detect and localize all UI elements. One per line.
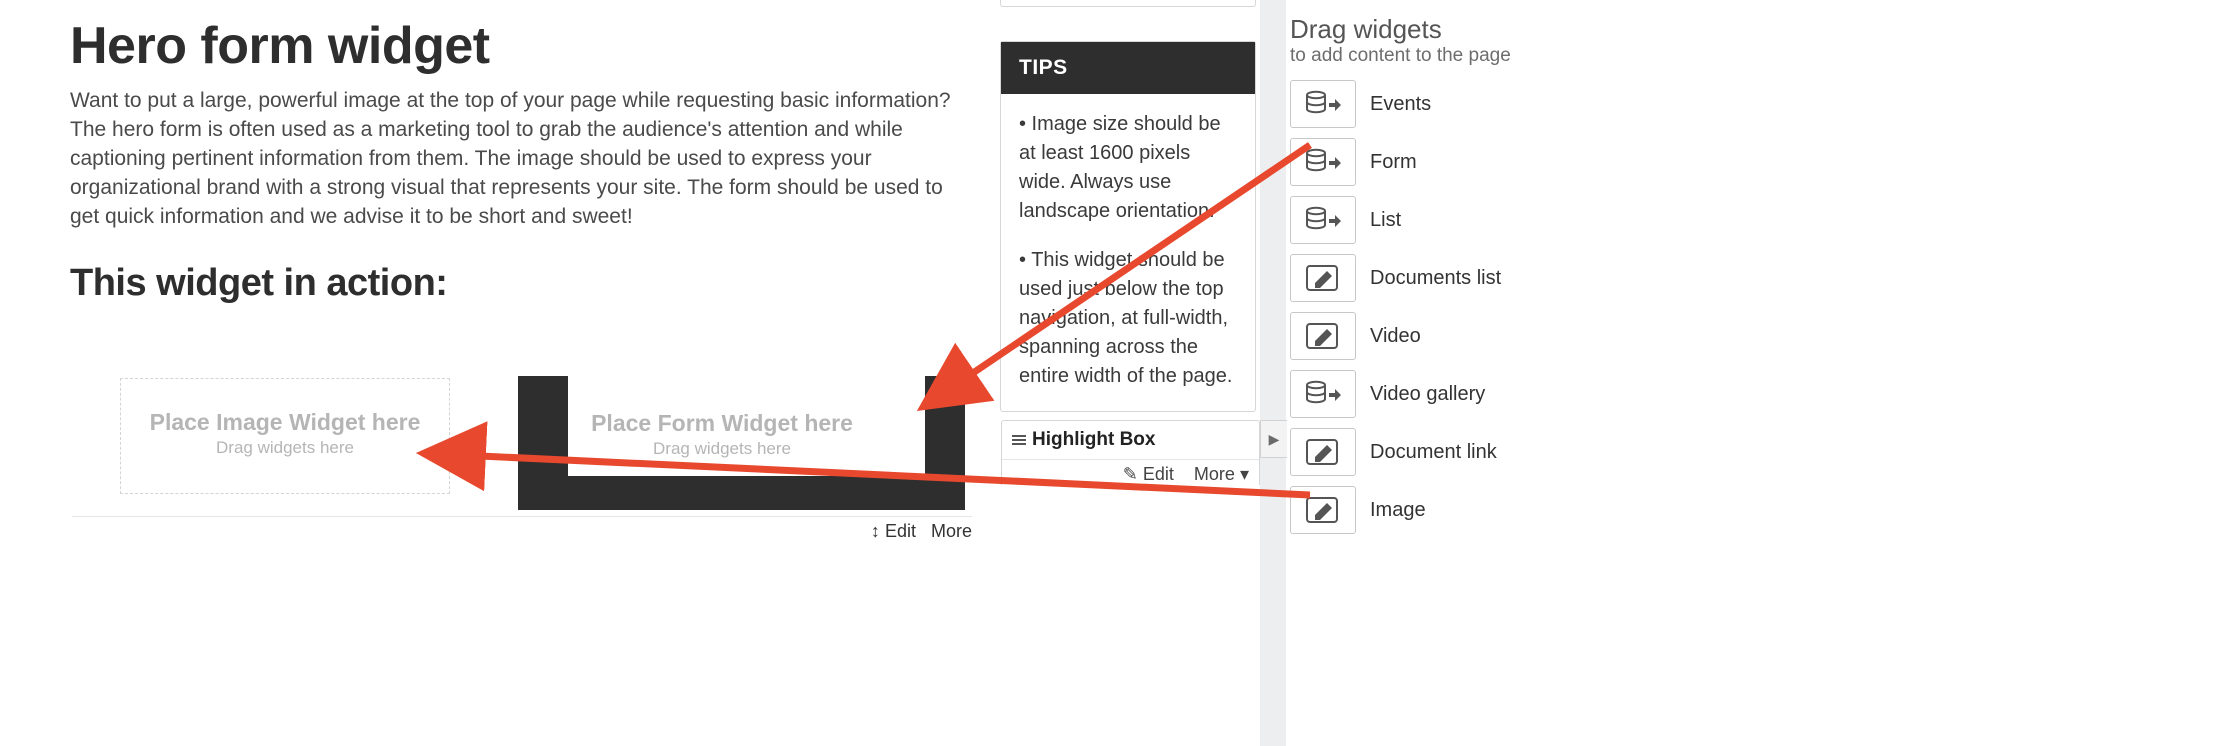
widget-label: Image [1370, 499, 1426, 522]
panel-gutter: ▶ [1260, 0, 1286, 746]
database-arrow-icon [1290, 370, 1356, 418]
highlight-box-card[interactable]: Highlight Box ✎ Edit More ▾ [1001, 420, 1260, 485]
pencil-icon [1290, 254, 1356, 302]
highlight-edit[interactable]: Edit [1143, 464, 1174, 484]
widget-label: Documents list [1370, 267, 1501, 290]
pencil-icon [1290, 428, 1356, 476]
palette-title: Drag widgets [1290, 14, 1540, 45]
expand-panel-button[interactable]: ▶ [1260, 420, 1287, 458]
content-block-row: ↕ Edit More [72, 516, 972, 547]
tips-item: • Image size should be at least 1600 pix… [1019, 110, 1237, 226]
widget-label: Events [1370, 93, 1431, 116]
palette-subtitle: to add content to the page [1290, 45, 1540, 67]
widget-document-link[interactable]: Document link [1290, 423, 1540, 481]
page-description: Want to put a large, powerful image at t… [70, 87, 975, 232]
chevron-right-icon: ▶ [1269, 431, 1280, 448]
highlight-box-title: Highlight Box [1032, 429, 1155, 451]
widget-video-gallery[interactable]: Video gallery [1290, 365, 1540, 423]
widget-form[interactable]: Form [1290, 133, 1540, 191]
image-dropzone-title: Place Image Widget here [121, 409, 449, 436]
database-arrow-icon [1290, 80, 1356, 128]
arrows-icon: ↕ [871, 521, 885, 541]
tips-card: TIPS • Image size should be at least 160… [1000, 41, 1256, 412]
highlight-more[interactable]: More [1194, 464, 1235, 484]
pencil-icon [1290, 486, 1356, 534]
pencil-icon: ✎ [1123, 464, 1143, 484]
widget-preview: Place Image Widget here Drag widgets her… [70, 376, 975, 556]
more-link[interactable]: More [931, 521, 972, 541]
pencil-icon [1290, 312, 1356, 360]
form-dropzone-title: Place Form Widget here [567, 410, 877, 437]
widget-label: Document link [1370, 441, 1497, 464]
image-dropzone-sub: Drag widgets here [121, 438, 449, 458]
database-arrow-icon [1290, 196, 1356, 244]
section-heading: This widget in action: [70, 262, 975, 305]
widget-video[interactable]: Video [1290, 307, 1540, 365]
form-dropzone-sub: Drag widgets here [567, 439, 877, 459]
database-arrow-icon [1290, 138, 1356, 186]
card-bottom-edge [1000, 0, 1256, 7]
widget-documents-list[interactable]: Documents list [1290, 249, 1540, 307]
tips-item: • This widget should be used just below … [1019, 246, 1237, 391]
image-dropzone[interactable]: Place Image Widget here Drag widgets her… [120, 378, 450, 494]
widget-label: Video [1370, 325, 1421, 348]
drag-handle-icon[interactable] [1012, 435, 1026, 445]
widget-label: Form [1370, 151, 1417, 174]
edit-link[interactable]: Edit [885, 521, 916, 541]
widget-label: Video gallery [1370, 383, 1485, 406]
tips-heading: TIPS [1001, 42, 1255, 94]
widget-image[interactable]: Image [1290, 481, 1540, 539]
widget-label: List [1370, 209, 1401, 232]
page-title: Hero form widget [70, 18, 975, 75]
widget-events[interactable]: Events [1290, 75, 1540, 133]
widget-list[interactable]: List [1290, 191, 1540, 249]
form-dropzone[interactable]: Place Form Widget here Drag widgets here [567, 388, 877, 484]
chevron-down-icon: ▾ [1240, 464, 1249, 484]
